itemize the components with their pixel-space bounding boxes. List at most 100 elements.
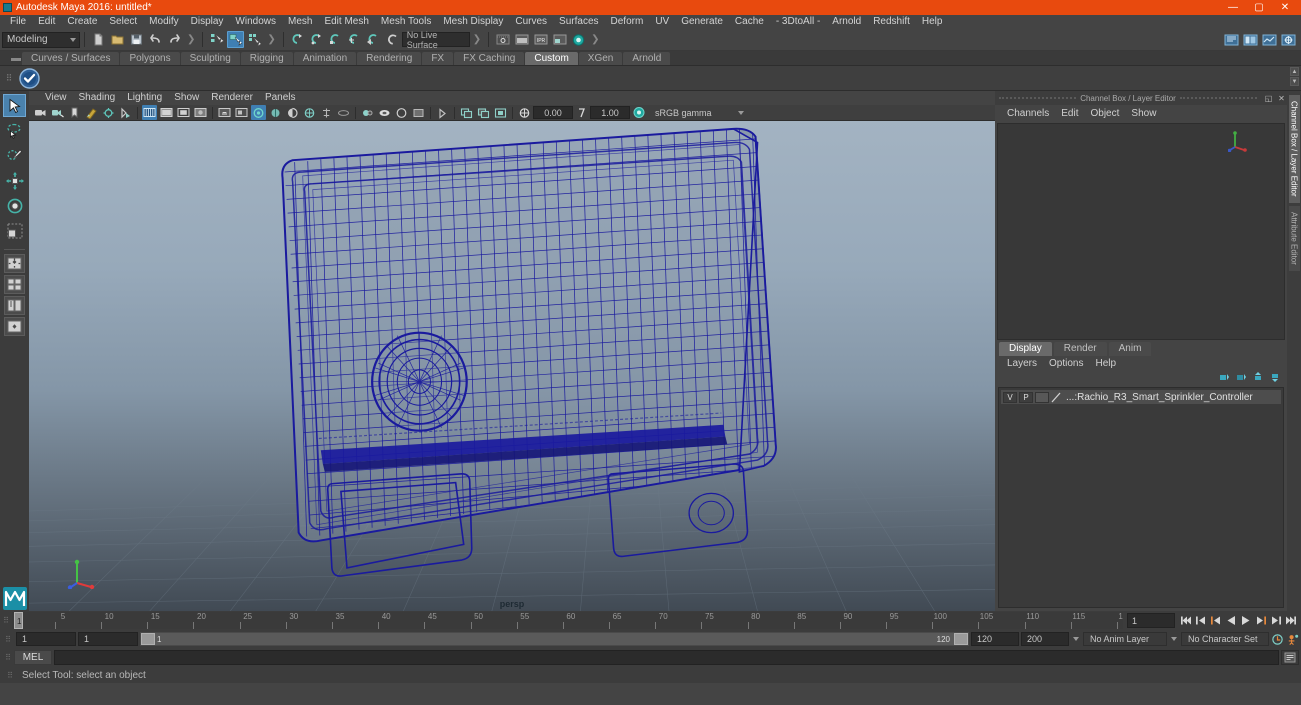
channel-menu-edit[interactable]: Edit [1055,108,1084,119]
help-line-grip[interactable]: ⠿ [4,668,16,682]
rotate-tool[interactable] [3,194,26,217]
menu-mesh-display[interactable]: Mesh Display [437,15,509,29]
menu-set-selector[interactable]: Modeling [2,31,80,48]
script-language-selector[interactable]: MEL [14,650,52,665]
menu-cache[interactable]: Cache [729,15,770,29]
undock-icon[interactable]: ◱ [1263,93,1274,104]
use-default-light-icon[interactable] [217,105,232,120]
shelf-tab-polygons[interactable]: Polygons [120,52,180,65]
shelf-tab-custom[interactable]: Custom [525,52,578,65]
film-gate-icon[interactable] [394,105,409,120]
viewport-menu-view[interactable]: View [39,91,73,105]
select-by-component-icon[interactable] [246,31,263,48]
snap-to-grid-icon[interactable] [289,31,306,48]
layer-color-swatch[interactable] [1051,392,1063,403]
menu-edit-mesh[interactable]: Edit Mesh [318,15,374,29]
menu-uv[interactable]: UV [649,15,675,29]
viewport-menu-shading[interactable]: Shading [73,91,122,105]
shadow-map-icon[interactable] [234,105,249,120]
menu-edit[interactable]: Edit [32,15,61,29]
shelf-scroll-down-icon[interactable]: ▼ [1290,77,1299,86]
channel-menu-object[interactable]: Object [1085,108,1126,119]
anim-end-time-field[interactable]: 200 [1021,632,1069,646]
menu-create[interactable]: Create [61,15,103,29]
play-forwards-icon[interactable] [1239,613,1252,628]
step-back-key-icon[interactable] [1209,613,1222,628]
vtab-channel-box-layer-editor[interactable]: Channel Box / Layer Editor [1288,95,1300,203]
menu-modify[interactable]: Modify [143,15,184,29]
multisample-icon[interactable] [285,105,300,120]
menu-file[interactable]: File [4,15,32,29]
paint-select-tool[interactable] [3,144,26,167]
grid-toggle-icon[interactable] [377,105,392,120]
step-back-frame-icon[interactable] [1194,613,1207,628]
panel-zoom-icon[interactable] [459,105,474,120]
layer-menu-options[interactable]: Options [1043,358,1089,369]
range-start-handle[interactable] [141,633,155,645]
select-by-hierarchy-icon[interactable] [208,31,225,48]
layout-single-pane[interactable] [4,254,25,273]
shelf-tab-rigging[interactable]: Rigging [240,52,293,65]
layer-display-type-toggle[interactable] [1035,391,1049,403]
shadows-icon[interactable] [118,105,133,120]
layout-four-pane[interactable] [4,275,25,294]
exposure-field[interactable]: 0.00 [533,106,573,119]
shelf-tab-fx-caching[interactable]: FX Caching [454,52,525,65]
move-tool[interactable] [3,169,26,192]
layout-two-pane-stacked[interactable] [4,296,25,315]
menu-windows[interactable]: Windows [229,15,282,29]
snap-to-curve-icon[interactable] [308,31,325,48]
minimize-button[interactable]: — [1220,0,1246,15]
animation-preferences-icon[interactable] [1286,632,1299,647]
menu-redshift[interactable]: Redshift [867,15,916,29]
range-start-time-field[interactable]: 1 [78,632,138,646]
menu-arnold[interactable]: Arnold [826,15,867,29]
color-space-selector[interactable]: sRGB gamma [650,106,748,119]
undo-icon[interactable] [147,31,164,48]
panel-copy-icon[interactable] [476,105,491,120]
resolution-gate-icon[interactable] [411,105,426,120]
render-view-icon[interactable] [513,31,530,48]
move-layer-down-icon[interactable] [1269,372,1281,386]
go-to-end-icon[interactable] [1284,613,1297,628]
range-slider[interactable]: 1 120 [140,632,969,646]
save-scene-icon[interactable] [128,31,145,48]
layer-menu-help[interactable]: Help [1089,358,1122,369]
new-scene-icon[interactable] [90,31,107,48]
go-to-start-icon[interactable] [1179,613,1192,628]
xray-joints-icon[interactable] [336,105,351,120]
panel-fit-icon[interactable] [493,105,508,120]
menu-deform[interactable]: Deform [605,15,650,29]
channel-box-content[interactable] [997,123,1285,340]
bookmark-icon[interactable] [67,105,82,120]
screen-space-ao-icon[interactable] [251,105,266,120]
depth-of-field-icon[interactable] [302,105,317,120]
snap-to-point-icon[interactable] [327,31,344,48]
layout-graph-icon[interactable] [1261,31,1278,48]
gamma-icon[interactable] [574,105,589,120]
shelf-options-icon[interactable]: ▬ [10,52,22,65]
wireframe-icon[interactable] [142,105,157,120]
character-set-selector[interactable]: No Character Set [1181,632,1269,646]
gamma-field[interactable]: 1.00 [590,106,630,119]
layout-single-icon[interactable] [1223,31,1240,48]
menu-3dtoall[interactable]: - 3DtoAll - [770,15,826,29]
layer-visibility-toggle[interactable]: V [1003,391,1017,403]
viewport-menu-panels[interactable]: Panels [259,91,302,105]
menu-mesh[interactable]: Mesh [282,15,318,29]
time-slider[interactable]: 1 5 10 15 20 25 30 35 40 45 50 55 60 65 70 75 80 85 90 95 1… [12,612,1123,629]
check-mark-icon[interactable] [18,67,40,89]
shelf-tab-animation[interactable]: Animation [293,52,357,65]
layout-persp-outliner[interactable] [4,317,25,336]
command-line-grip[interactable]: ⠿ [2,649,14,666]
open-scene-icon[interactable] [109,31,126,48]
menu-select[interactable]: Select [103,15,143,29]
two-sided-lighting-icon[interactable] [101,105,116,120]
layout-outliner-icon[interactable] [1242,31,1259,48]
command-input[interactable] [54,650,1279,665]
snap-to-projected-center-icon[interactable] [346,31,363,48]
step-forward-frame-icon[interactable] [1269,613,1282,628]
shelf-tab-arnold[interactable]: Arnold [623,52,671,65]
close-icon[interactable]: ✕ [1276,93,1287,104]
tab-render[interactable]: Render [1053,342,1107,356]
